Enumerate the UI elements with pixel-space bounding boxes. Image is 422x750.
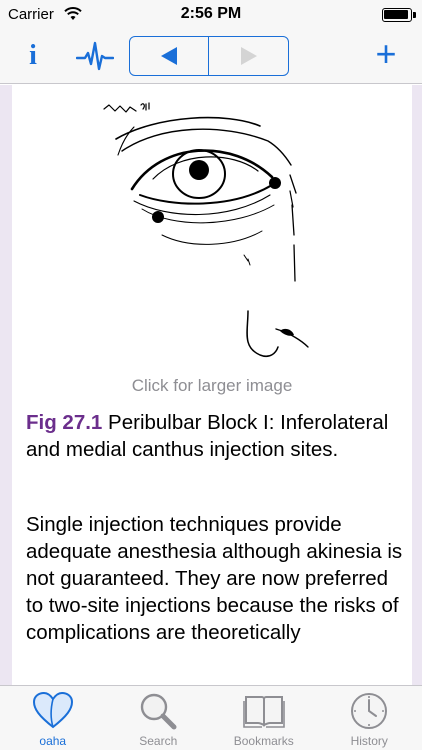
info-icon: i xyxy=(29,40,37,71)
triangle-right-icon xyxy=(240,47,257,65)
triangle-left-icon xyxy=(161,47,177,65)
tab-bookmarks[interactable]: Bookmarks xyxy=(211,686,317,750)
article-card: Click for larger image Fig 27.1 Peribulb… xyxy=(12,85,412,685)
clock-icon xyxy=(351,693,388,729)
content-area[interactable]: Click for larger image Fig 27.1 Peribulb… xyxy=(0,85,422,685)
tab-history[interactable]: History xyxy=(317,686,422,750)
status-bar: Carrier 2:56 PM xyxy=(0,0,422,30)
status-time: 2:56 PM xyxy=(180,5,242,22)
book-icon xyxy=(242,696,285,728)
eye-drawing xyxy=(103,102,309,358)
tab-oaha[interactable]: oaha xyxy=(0,686,106,750)
search-icon xyxy=(141,693,177,730)
navigation-segmented-control xyxy=(129,36,289,76)
larger-image-link[interactable]: Click for larger image xyxy=(12,376,412,396)
tab-label: Bookmarks xyxy=(233,734,294,748)
figure-caption: Fig 27.1 Peribulbar Block I: Inferolater… xyxy=(26,409,406,463)
figure-image[interactable] xyxy=(12,85,412,375)
tab-search[interactable]: Search xyxy=(106,686,212,750)
navigation-bar: i + xyxy=(0,30,422,84)
battery-icon xyxy=(382,8,416,22)
pulse-icon xyxy=(75,41,115,71)
pulse-button[interactable] xyxy=(75,40,115,72)
forward-button[interactable] xyxy=(209,37,288,75)
figure-number: Fig 27.1 xyxy=(26,411,103,434)
body-paragraph: Single injection techniques provide adeq… xyxy=(26,513,403,644)
back-button[interactable] xyxy=(130,37,209,75)
add-button[interactable]: + xyxy=(370,36,402,72)
tab-label: Search xyxy=(139,734,178,748)
info-button[interactable]: i xyxy=(18,40,48,72)
tab-bar: oaha Search Bookmarks History xyxy=(0,685,422,750)
heart-icon xyxy=(32,691,73,729)
tab-label: oaha xyxy=(39,734,67,748)
tab-label: History xyxy=(350,734,388,748)
plus-icon: + xyxy=(375,33,397,74)
